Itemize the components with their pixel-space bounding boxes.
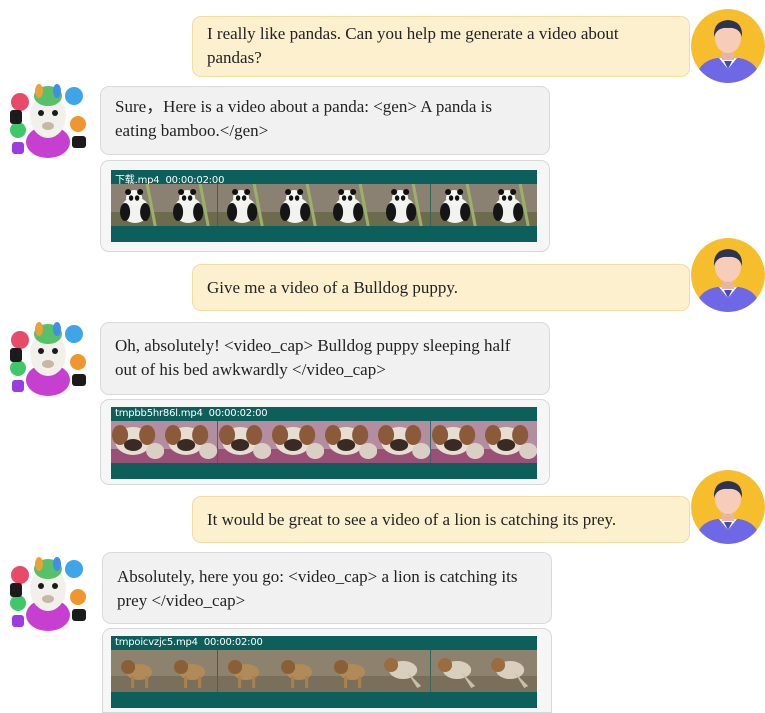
video-card: tmpbb5hr86l.mp4 00:00:02:00 bbox=[100, 399, 550, 485]
video-player[interactable]: tmpbb5hr86l.mp4 00:00:02:00 bbox=[111, 407, 537, 479]
video-frame bbox=[164, 184, 218, 226]
assistant-message: Sure，Here is a video about a panda: <gen… bbox=[100, 86, 550, 155]
video-frame bbox=[430, 184, 484, 226]
video-frame bbox=[377, 184, 431, 226]
video-frame bbox=[111, 650, 165, 692]
video-card: tmpoicvzjc5.mp4 00:00:02:00 bbox=[102, 628, 552, 713]
message-text: Oh, absolutely! <video_cap> Bulldog pupp… bbox=[115, 336, 511, 379]
video-frame bbox=[217, 421, 271, 463]
message-text: Absolutely, here you go: <video_cap> a l… bbox=[117, 567, 518, 610]
message-text: It would be great to see a video of a li… bbox=[207, 510, 617, 529]
user-message: I really like pandas. Can you help me ge… bbox=[192, 16, 690, 77]
video-player[interactable]: 下载.mp4 00:00:02:00 bbox=[111, 170, 537, 242]
video-frame bbox=[270, 650, 324, 692]
video-frame bbox=[217, 650, 271, 692]
video-filename: tmpoicvzjc5.mp4 bbox=[115, 637, 198, 648]
video-frame bbox=[164, 421, 218, 463]
video-frames bbox=[111, 650, 537, 692]
assistant-message: Absolutely, here you go: <video_cap> a l… bbox=[102, 552, 552, 624]
video-frame bbox=[324, 184, 378, 226]
user-avatar-icon bbox=[691, 470, 765, 544]
video-frame bbox=[324, 421, 378, 463]
video-frames bbox=[111, 184, 537, 226]
video-frame bbox=[111, 184, 165, 226]
rainbow-alpaca-icon bbox=[8, 553, 88, 633]
user-avatar-icon bbox=[691, 9, 765, 83]
rainbow-alpaca-icon bbox=[8, 318, 88, 398]
assistant-message: Oh, absolutely! <video_cap> Bulldog pupp… bbox=[100, 322, 550, 395]
message-text: Give me a video of a Bulldog puppy. bbox=[207, 278, 459, 297]
message-text: I really like pandas. Can you help me ge… bbox=[207, 24, 619, 67]
video-frame bbox=[430, 421, 484, 463]
video-frame bbox=[164, 650, 218, 692]
user-message: It would be great to see a video of a li… bbox=[192, 496, 690, 543]
video-frame bbox=[483, 650, 537, 692]
video-frame bbox=[430, 650, 484, 692]
video-frame bbox=[111, 421, 165, 463]
video-frame bbox=[483, 184, 537, 226]
video-frame bbox=[377, 421, 431, 463]
user-avatar-icon bbox=[691, 238, 765, 312]
video-frame bbox=[377, 650, 431, 692]
video-filename: tmpbb5hr86l.mp4 bbox=[115, 408, 203, 419]
video-frame bbox=[217, 184, 271, 226]
video-info: tmpoicvzjc5.mp4 00:00:02:00 bbox=[115, 637, 263, 648]
video-frame bbox=[324, 650, 378, 692]
video-info: tmpbb5hr86l.mp4 00:00:02:00 bbox=[115, 408, 268, 419]
video-frame bbox=[483, 421, 537, 463]
rainbow-alpaca-icon bbox=[8, 80, 88, 160]
video-frames bbox=[111, 421, 537, 463]
video-card: 下载.mp4 00:00:02:00 bbox=[100, 160, 550, 252]
user-message: Give me a video of a Bulldog puppy. bbox=[192, 264, 690, 311]
video-player[interactable]: tmpoicvzjc5.mp4 00:00:02:00 bbox=[111, 636, 537, 708]
video-timestamp: 00:00:02:00 bbox=[208, 408, 268, 419]
video-timestamp: 00:00:02:00 bbox=[203, 637, 263, 648]
video-frame bbox=[270, 421, 324, 463]
video-frame bbox=[270, 184, 324, 226]
message-text: Sure，Here is a video about a panda: <gen… bbox=[115, 97, 493, 140]
